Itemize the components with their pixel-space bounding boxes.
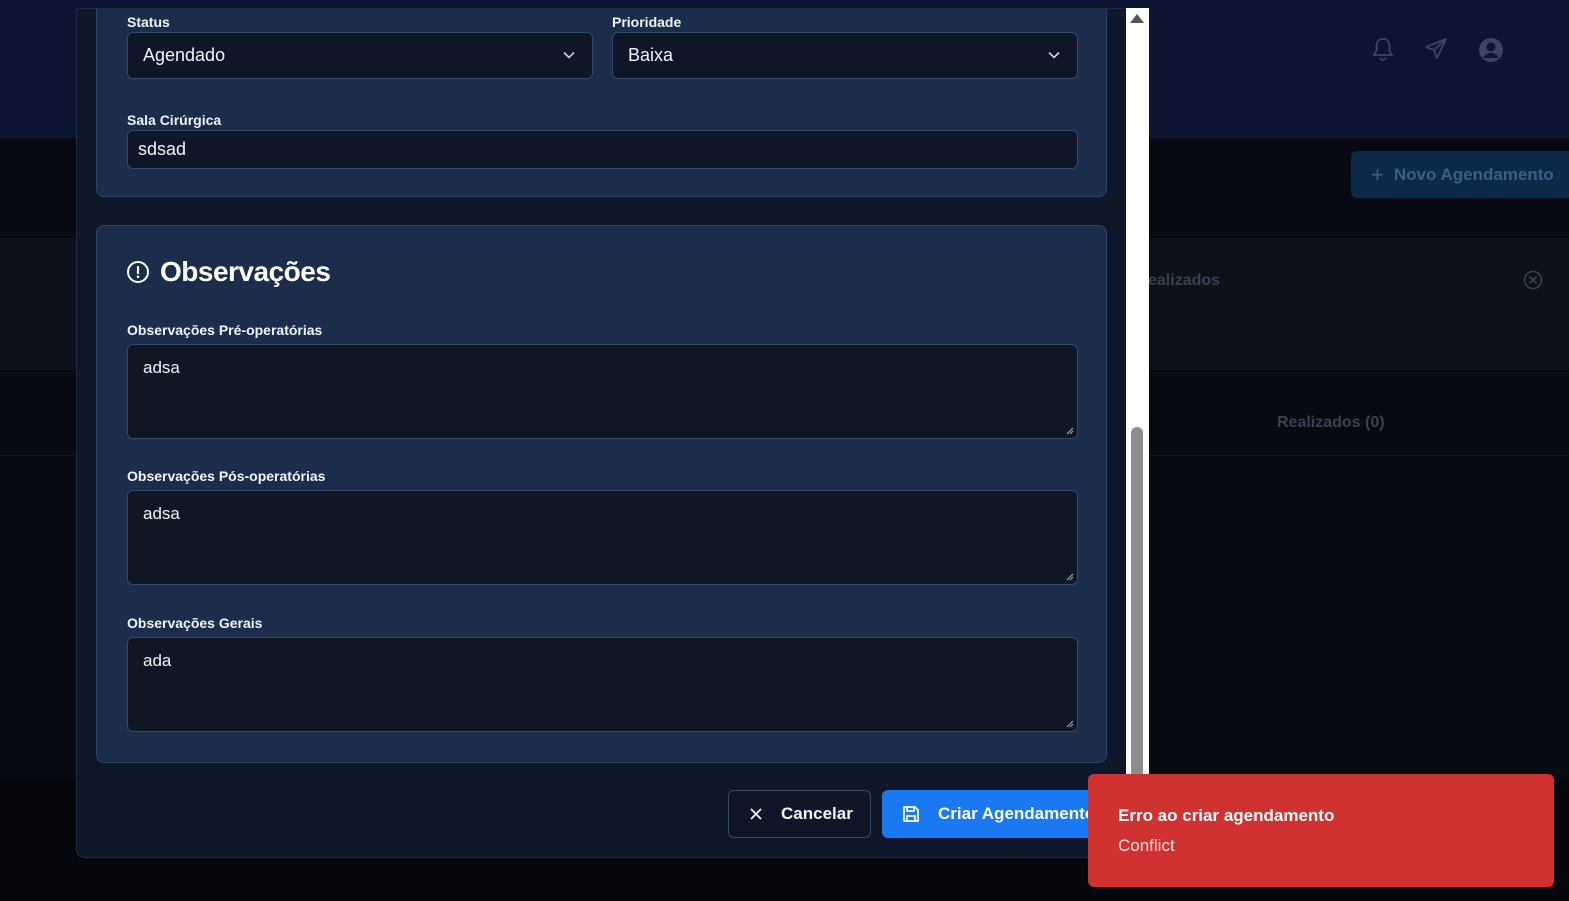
priority-label: Prioridade: [612, 14, 682, 30]
create-appointment-label: Criar Agendamento: [938, 804, 1096, 823]
chevron-down-icon: [1048, 51, 1060, 59]
close-icon: [750, 808, 762, 820]
pre-op-value: adsa: [143, 358, 180, 377]
pre-op-label: Observações Pré-operatórias: [127, 322, 323, 338]
bell-icon[interactable]: [1372, 37, 1394, 61]
user-avatar-icon[interactable]: [1478, 37, 1504, 63]
status-label: Status: [127, 14, 170, 30]
priority-select[interactable]: Baixa: [612, 32, 1078, 79]
plus-icon: +: [1371, 161, 1384, 187]
new-appointment-label: Novo Agendamento: [1393, 164, 1554, 184]
status-select-value: Agendado: [143, 45, 226, 65]
observations-title: Observações: [160, 256, 331, 287]
scrollbar-thumb[interactable]: [1131, 427, 1143, 774]
toast-title: Erro ao criar agendamento: [1118, 806, 1335, 825]
create-appointment-modal: Status Agendado Prioridade Baixa Sala Ci…: [76, 8, 1149, 858]
send-icon[interactable]: [1424, 37, 1448, 61]
chevron-down-icon: [563, 51, 575, 59]
cancel-button-label: Cancelar: [781, 804, 853, 823]
alert-circle-icon: [127, 261, 149, 283]
observations-heading: Observações: [126, 256, 331, 288]
scroll-up-arrow-icon[interactable]: [1130, 14, 1144, 23]
error-toast[interactable]: Erro ao criar agendamento Conflict: [1088, 774, 1554, 887]
tab-realizados[interactable]: Realizados (0): [1277, 414, 1385, 432]
save-icon: [903, 806, 919, 822]
status-select[interactable]: Agendado: [127, 32, 593, 79]
general-obs-textarea[interactable]: ada: [127, 637, 1078, 732]
general-obs-label: Observações Gerais: [127, 615, 263, 631]
post-op-value: adsa: [143, 504, 180, 523]
priority-select-value: Baixa: [628, 45, 674, 65]
general-obs-value: ada: [143, 651, 172, 670]
filter-realizados-text: ealizados: [1148, 272, 1221, 289]
toast-description: Conflict: [1118, 836, 1175, 855]
close-circle-icon[interactable]: [1523, 270, 1543, 290]
pre-op-textarea[interactable]: adsa: [127, 344, 1078, 439]
surgical-room-label: Sala Cirúrgica: [127, 112, 222, 128]
scheduling-details-section: Status Agendado Prioridade Baixa Sala Ci…: [96, 9, 1107, 197]
create-appointment-button[interactable]: Criar Agendamento: [882, 790, 1112, 838]
surgical-room-value: sdsad: [138, 139, 187, 159]
resize-grip-icon[interactable]: [1064, 425, 1074, 435]
cancel-button[interactable]: Cancelar: [728, 790, 871, 838]
resize-grip-icon[interactable]: [1064, 571, 1074, 581]
modal-scrollbar[interactable]: [1126, 8, 1149, 774]
observations-section: Observações Observações Pré-operatórias …: [96, 225, 1107, 763]
resize-grip-icon[interactable]: [1064, 718, 1074, 728]
post-op-label: Observações Pós-operatórias: [127, 468, 326, 484]
surgical-room-input[interactable]: sdsad: [127, 130, 1078, 169]
new-appointment-button[interactable]: + Novo Agendamento: [1351, 151, 1569, 198]
post-op-textarea[interactable]: adsa: [127, 490, 1078, 585]
